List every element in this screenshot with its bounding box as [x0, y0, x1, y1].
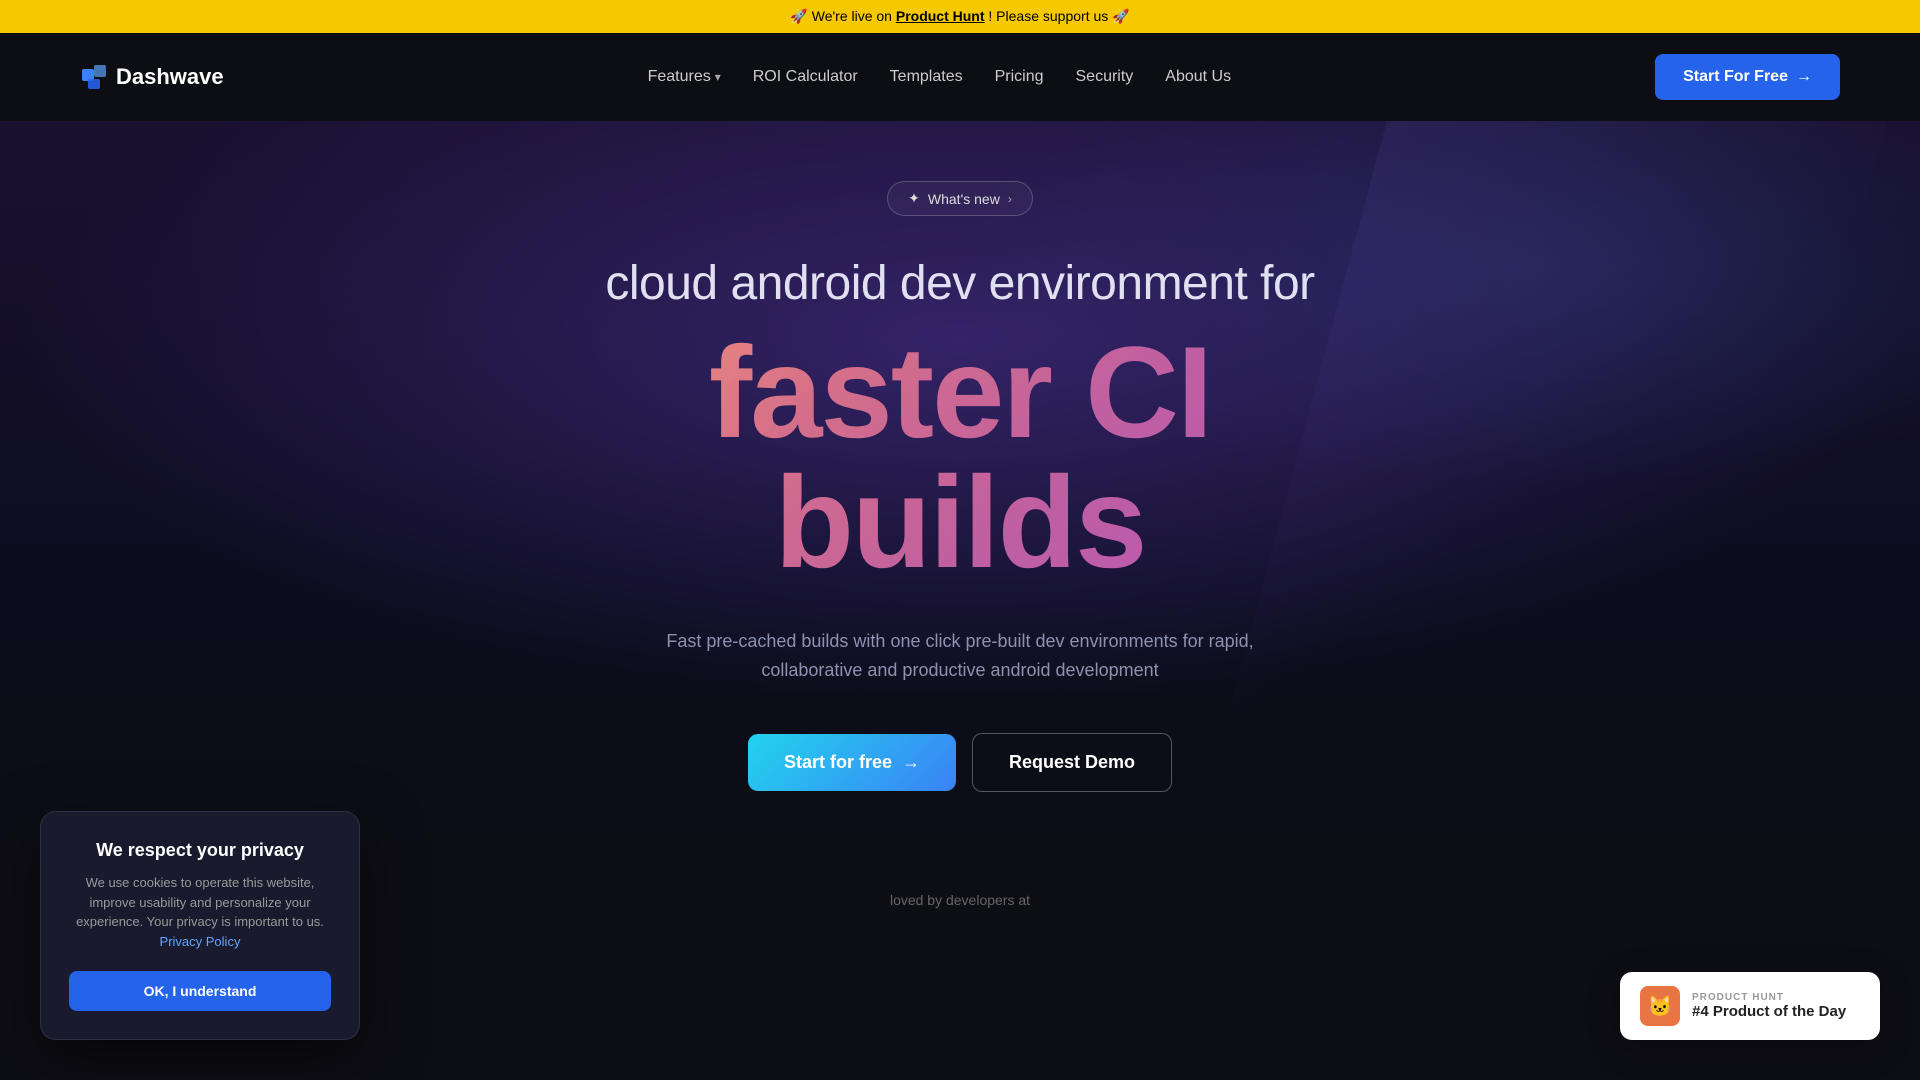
privacy-policy-link[interactable]: Privacy Policy: [160, 934, 241, 949]
logo[interactable]: Dashwave: [80, 63, 224, 91]
start-for-free-button[interactable]: Start For Free →: [1655, 54, 1840, 100]
nav-link-templates[interactable]: Templates: [890, 68, 963, 85]
navbar: Dashwave Features ▾ ROI Calculator Templ…: [0, 33, 1920, 121]
product-hunt-title: #4 Product of the Day: [1692, 1003, 1860, 1020]
banner-text-suffix: ! Please support us 🚀: [985, 8, 1130, 24]
top-banner: 🚀 We're live on Product Hunt ! Please su…: [0, 0, 1920, 33]
hero-section: ✦ What's new › cloud android dev environ…: [0, 121, 1920, 852]
nav-item-templates[interactable]: Templates: [890, 68, 963, 86]
nav-link-about[interactable]: About Us: [1165, 68, 1231, 85]
cookie-text: We use cookies to operate this website, …: [69, 873, 331, 951]
nav-item-features[interactable]: Features ▾: [648, 68, 721, 86]
nav-item-security[interactable]: Security: [1076, 68, 1134, 86]
hero-title-line1: faster CI: [605, 327, 1314, 457]
product-hunt-badge[interactable]: 🐱 PRODUCT HUNT #4 Product of the Day: [1620, 972, 1880, 1040]
product-hunt-icon: 🐱: [1640, 986, 1680, 1026]
arrow-right-icon: →: [902, 752, 920, 773]
hero-title-line2: builds: [605, 457, 1314, 587]
badge-chevron-icon: ›: [1008, 192, 1012, 206]
arrow-icon: →: [1796, 68, 1812, 86]
hero-title: faster CI builds: [605, 327, 1314, 587]
whats-new-badge[interactable]: ✦ What's new ›: [887, 181, 1033, 216]
nav-link-roi[interactable]: ROI Calculator: [753, 68, 858, 85]
request-demo-button[interactable]: Request Demo: [972, 733, 1172, 792]
hero-content: ✦ What's new › cloud android dev environ…: [605, 181, 1314, 792]
nav-item-roi[interactable]: ROI Calculator: [753, 68, 858, 86]
chevron-down-icon: ▾: [715, 70, 721, 84]
badge-label: What's new: [928, 191, 1000, 207]
hero-description: Fast pre-cached builds with one click pr…: [660, 627, 1260, 685]
hero-buttons: Start for free → Request Demo: [605, 733, 1314, 792]
nav-link-security[interactable]: Security: [1076, 68, 1134, 85]
cookie-banner: We respect your privacy We use cookies t…: [40, 811, 360, 1040]
badge-sparkle-icon: ✦: [908, 190, 920, 207]
logo-text: Dashwave: [116, 64, 224, 90]
nav-item-about[interactable]: About Us: [1165, 68, 1231, 86]
logo-icon: [80, 63, 108, 91]
cookie-accept-button[interactable]: OK, I understand: [69, 971, 331, 1011]
nav-item-pricing[interactable]: Pricing: [995, 68, 1044, 86]
nav-link-pricing[interactable]: Pricing: [995, 68, 1044, 85]
product-hunt-label: PRODUCT HUNT: [1692, 992, 1860, 1003]
banner-text-prefix: 🚀 We're live on: [790, 8, 895, 24]
nav-link-features[interactable]: Features ▾: [648, 68, 721, 86]
product-hunt-link[interactable]: Product Hunt: [896, 8, 985, 24]
product-hunt-content: PRODUCT HUNT #4 Product of the Day: [1692, 992, 1860, 1020]
start-for-free-hero-button[interactable]: Start for free →: [748, 734, 956, 791]
nav-links: Features ▾ ROI Calculator Templates Pric…: [648, 68, 1232, 86]
cookie-title: We respect your privacy: [69, 840, 331, 861]
hero-subtitle: cloud android dev environment for: [605, 256, 1314, 311]
